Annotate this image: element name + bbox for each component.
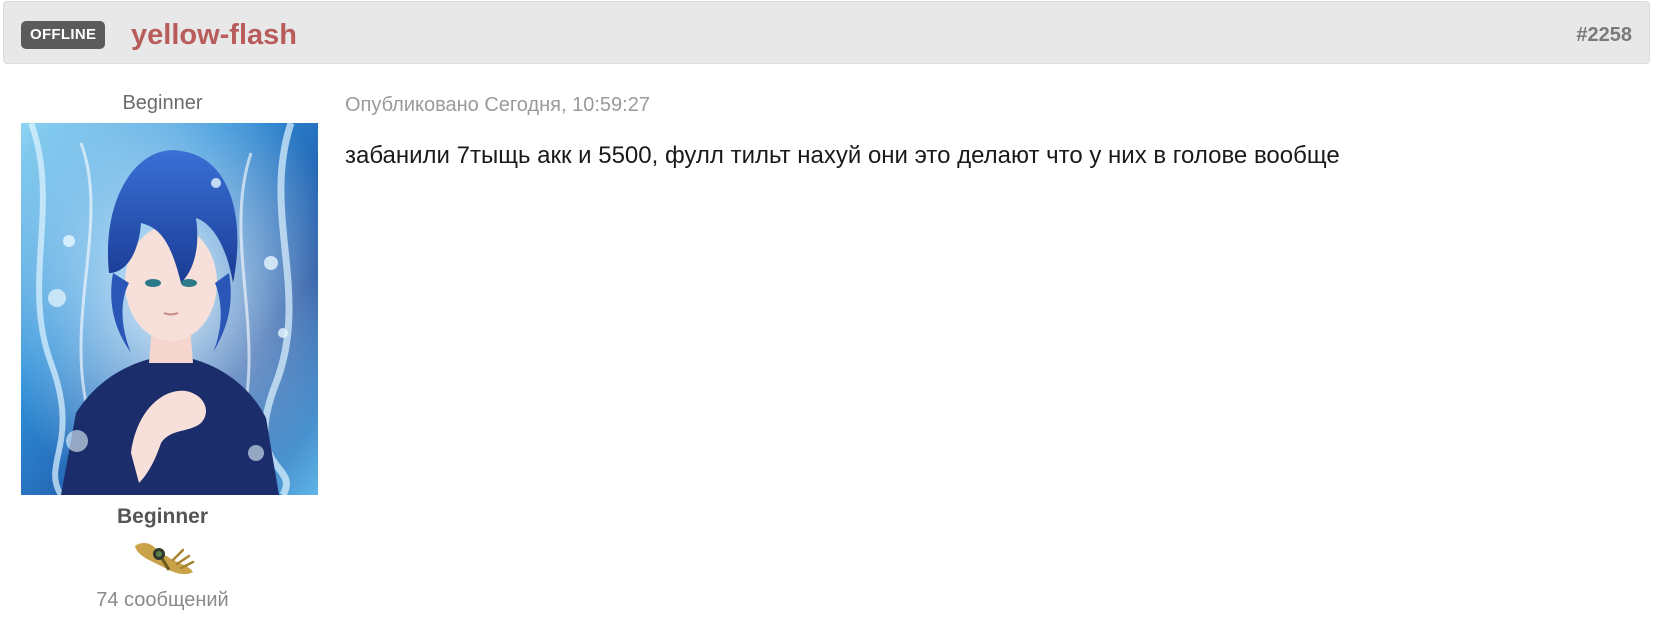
post-body: забанили 7тыщь акк и 5500, фулл тильт на… [345,142,1340,169]
post-header: OFFLINE yellow-flash #2258 [3,1,1650,64]
forum-post: OFFLINE yellow-flash #2258 Beginner Begi… [0,0,1659,643]
avatar-image [21,123,318,495]
author-rank: Beginner [116,505,208,528]
post-timestamp: Опубликовано Сегодня, 10:59:27 [345,94,650,116]
post-count: 74 сообщений [96,589,229,611]
author-title: Beginner [122,92,203,114]
rank-badge-icon [134,543,194,575]
avatar[interactable] [21,123,318,495]
author-panel: Beginner Beginner 74 сообщений [10,90,318,613]
author-name-link[interactable]: yellow-flash [131,17,297,53]
post-number-link[interactable]: #2258 [1576,22,1632,48]
status-badge: OFFLINE [21,21,106,49]
